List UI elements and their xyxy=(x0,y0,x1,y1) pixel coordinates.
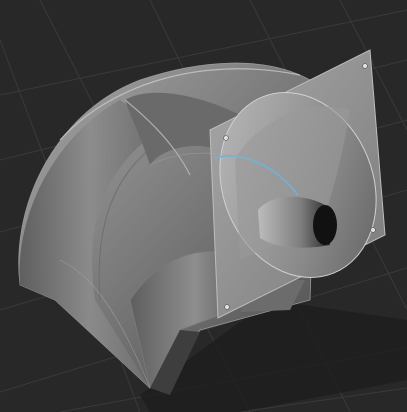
screw-icon xyxy=(370,227,376,233)
scene-canvas[interactable] xyxy=(0,0,407,412)
screw-icon xyxy=(223,135,229,141)
3d-viewport[interactable] xyxy=(0,0,407,412)
screw-icon xyxy=(224,304,230,310)
screw-icon xyxy=(362,63,368,69)
